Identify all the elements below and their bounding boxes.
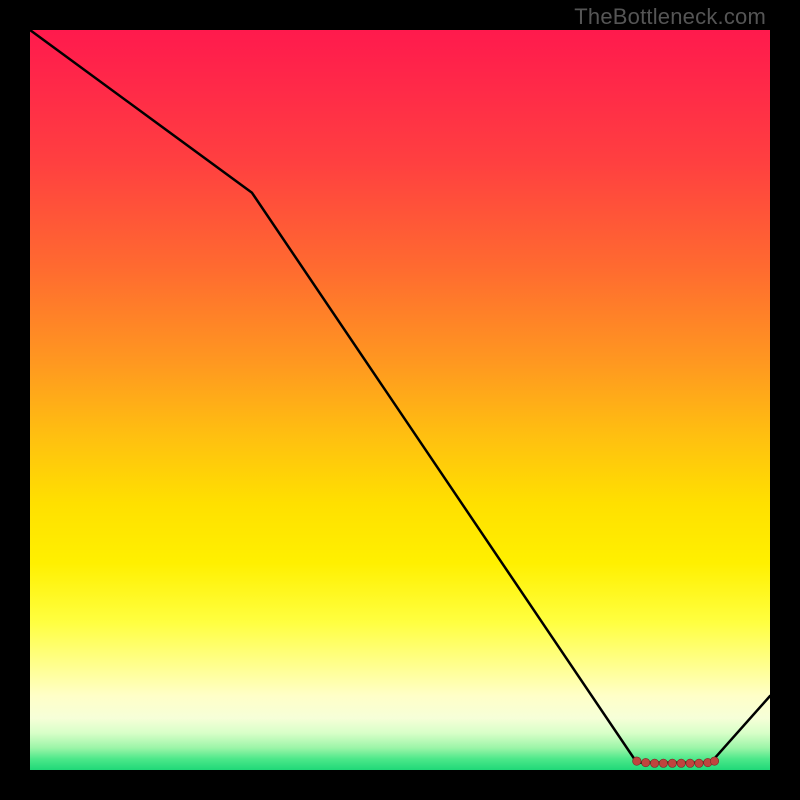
marker-dot [633,757,641,765]
marker-dot [677,759,685,767]
watermark-text: TheBottleneck.com [574,4,766,30]
marker-cluster [633,757,719,768]
chart-frame: TheBottleneck.com [0,0,800,800]
marker-dot [686,759,694,767]
plot-area [30,30,770,770]
marker-dot [659,759,667,767]
series-curve [30,30,770,763]
marker-dot [710,757,718,765]
marker-dot [668,759,676,767]
chart-svg [30,30,770,770]
marker-dot [642,758,650,766]
marker-dot [695,759,703,767]
marker-dot [650,759,658,767]
curve-path [30,30,770,763]
